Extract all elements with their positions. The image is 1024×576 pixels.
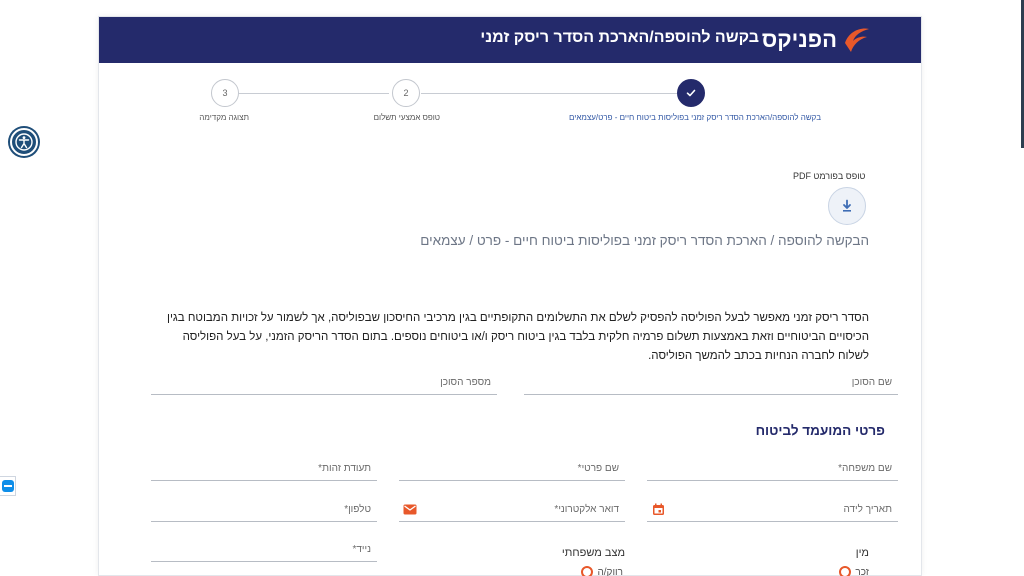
accessibility-button[interactable] xyxy=(10,128,38,156)
phone-label: טלפון* xyxy=(344,504,371,515)
email-field[interactable]: דואר אלקטרוני* xyxy=(399,498,625,522)
marital-single-radio[interactable] xyxy=(581,566,594,576)
step-2-label[interactable]: טופס אמצעי תשלום xyxy=(374,113,440,122)
agent-name-label: שם הסוכן xyxy=(851,377,892,388)
id-number-label: תעודת זהות* xyxy=(318,463,371,474)
page-title: בקשה להוספה/הארכת הסדר ריסק זמני xyxy=(480,29,759,46)
agent-name-field[interactable]: שם הסוכן xyxy=(524,371,898,395)
email-label: דואר אלקטרוני* xyxy=(554,504,619,515)
form-title: הבקשה להוספה / הארכת הסדר ריסק זמני בפול… xyxy=(420,233,869,248)
step-1-label[interactable]: בקשה להוספה/הארכת הסדר ריסק זמני בפוליסו… xyxy=(569,113,821,122)
gender-male-label: זכר xyxy=(855,566,869,576)
stepper: בקשה להוספה/הארכת הסדר ריסק זמני בפוליסו… xyxy=(99,67,921,122)
header-bar: הפניקס בקשה להוספה/הארכת הסדר ריסק זמני xyxy=(99,17,921,63)
birth-date-field[interactable]: תאריך לידה xyxy=(647,498,898,522)
id-number-field[interactable]: תעודת זהות* xyxy=(151,457,377,481)
download-icon xyxy=(843,199,851,212)
gender-male-radio[interactable] xyxy=(839,566,852,576)
agent-number-label: מספר הסוכן xyxy=(440,377,491,388)
phoenix-logo: הפניקס xyxy=(762,22,871,58)
agent-number-field[interactable]: מספר הסוכן xyxy=(151,371,497,395)
marital-status-label: מצב משפחתי xyxy=(561,547,625,559)
marital-single-option[interactable]: רווק/ה xyxy=(581,566,623,576)
step-connector xyxy=(421,93,677,94)
accessibility-icon xyxy=(15,133,33,151)
logo-text: הפניקס xyxy=(761,27,837,52)
first-name-field[interactable]: שם פרטי* xyxy=(399,457,625,481)
envelope-icon xyxy=(403,502,417,516)
phone-field[interactable]: טלפון* xyxy=(151,498,377,522)
mobile-field[interactable]: נייד* xyxy=(151,538,377,562)
form-card: הפניקס בקשה להוספה/הארכת הסדר ריסק זמני … xyxy=(98,16,922,576)
gender-male-option[interactable]: זכר xyxy=(839,566,869,576)
calendar-icon[interactable] xyxy=(651,502,665,516)
phoenix-bird-icon xyxy=(845,28,869,52)
step-3-circle[interactable]: 3 xyxy=(211,79,239,107)
step-3-label[interactable]: תצוגה מקדימה xyxy=(199,113,249,122)
pdf-label: טופס בפורמט PDF xyxy=(793,171,866,181)
gender-label: מין xyxy=(855,547,869,559)
pdf-download-button[interactable] xyxy=(828,187,866,225)
last-name-field[interactable]: שם משפחה* xyxy=(647,457,898,481)
last-name-label: שם משפחה* xyxy=(838,463,892,474)
first-name-label: שם פרטי* xyxy=(577,463,619,474)
insured-section-title: פרטי המועמד לביטוח xyxy=(755,423,885,438)
teamviewer-button[interactable] xyxy=(0,476,16,496)
step-2-circle[interactable]: 2 xyxy=(392,79,420,107)
check-icon xyxy=(686,89,696,97)
step-1-circle[interactable] xyxy=(677,79,705,107)
birth-date-label: תאריך לידה xyxy=(843,504,892,515)
step-connector xyxy=(239,93,389,94)
marital-single-label: רווק/ה xyxy=(597,566,623,576)
form-description: הסדר ריסק זמני מאפשר לבעל הפוליסה להפסיק… xyxy=(166,312,869,362)
teamviewer-icon xyxy=(1,480,14,492)
mobile-label: נייד* xyxy=(352,544,371,555)
